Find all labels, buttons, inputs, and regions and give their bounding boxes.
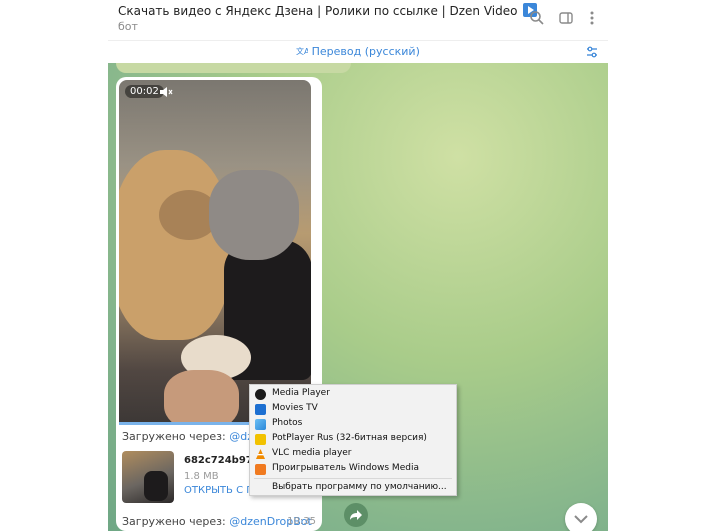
scroll-down-button[interactable] (565, 503, 597, 531)
menu-item-movies-tv[interactable]: Movies TV (250, 402, 456, 417)
menu-item-vlc[interactable]: VLC media player (250, 447, 456, 462)
translate-bar: 文A Перевод (русский) (108, 40, 608, 64)
menu-item-photos[interactable]: Photos (250, 417, 456, 432)
translate-button[interactable]: 文A Перевод (русский) (108, 45, 608, 58)
cat-head (209, 170, 299, 260)
dog-figure (119, 150, 231, 340)
vlc-icon (256, 449, 265, 459)
menu-item-potplayer[interactable]: PotPlayer Rus (32-битная версия) (250, 432, 456, 447)
translation-settings-icon[interactable] (585, 45, 599, 59)
chat-header: Скачать видео с Яндекс Дзена | Ролики по… (108, 0, 608, 40)
message-time: 10:35 (287, 516, 316, 527)
open-with-context-menu: Media Player Movies TV Photos PotPlayer … (249, 384, 457, 496)
movies-tv-icon (255, 404, 266, 415)
menu-item-media-player[interactable]: Media Player (250, 387, 456, 402)
menu-item-choose-default[interactable]: Выбрать программу по умолчанию... (250, 481, 456, 496)
video-time-badge: 00:02 (125, 85, 164, 98)
menu-separator (254, 478, 452, 479)
translate-icon: 文A (296, 46, 310, 56)
sidebar-toggle-icon[interactable] (558, 10, 574, 26)
photos-icon (255, 419, 266, 430)
file-thumbnail[interactable] (122, 451, 174, 503)
chat-title[interactable]: Скачать видео с Яндекс Дзена | Ролики по… (118, 3, 538, 18)
video-player[interactable]: 00:02 (119, 80, 311, 422)
forward-icon (350, 510, 362, 520)
previous-message-bubble (116, 63, 351, 73)
uploaded-via-text-2: Загружено через: @dzenDropBot (122, 515, 312, 528)
mute-icon[interactable] (159, 86, 173, 98)
potplayer-icon (255, 434, 266, 445)
chevron-down-icon (574, 515, 588, 524)
forward-button[interactable] (344, 503, 368, 527)
windows-media-icon (255, 464, 266, 475)
chat-subtitle: бот (118, 20, 138, 33)
search-icon[interactable] (529, 10, 545, 26)
human-hand (164, 370, 239, 422)
menu-item-windows-media[interactable]: Проигрыватель Windows Media (250, 462, 456, 477)
file-size: 1.8 MB (184, 471, 219, 482)
more-options-icon[interactable] (584, 10, 600, 26)
media-player-icon (255, 389, 266, 400)
svg-text:文A: 文A (296, 46, 308, 56)
